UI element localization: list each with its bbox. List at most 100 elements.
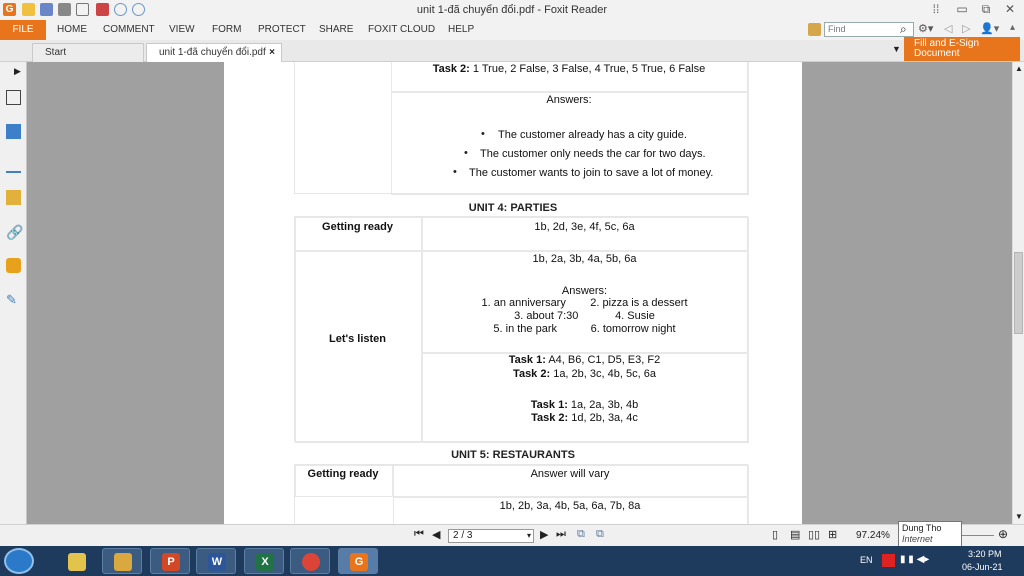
taskbar-app-foxit[interactable]: G <box>338 548 378 574</box>
bullet-dot: • <box>453 166 457 178</box>
antivirus-icon[interactable] <box>882 554 895 567</box>
next-page-button[interactable]: ▶ <box>540 528 548 541</box>
next-view-icon[interactable]: ⧉ <box>596 528 604 541</box>
continuous-page-icon[interactable]: ▤ <box>790 528 800 541</box>
page-number-input[interactable]: 2 / 3 ▾ <box>448 529 534 543</box>
taskbar-app-explorer-folder[interactable] <box>56 548 96 574</box>
task-value: 1a, 2a, 3b, 4b <box>567 399 639 411</box>
fill-sign-button[interactable]: Fill and E-Sign Document <box>904 37 1020 61</box>
menu-form[interactable]: FORM <box>212 20 241 40</box>
task2-line: Task 2: 1 True, 2 False, 3 False, 4 True… <box>390 63 748 75</box>
menu-help[interactable]: HELP <box>448 20 474 40</box>
layers-icon[interactable] <box>6 158 21 173</box>
answers-label: Answers: <box>546 94 592 106</box>
continuous-facing-icon[interactable]: ⊞ <box>828 528 837 541</box>
vertical-scrollbar[interactable]: ▲ ▼ <box>1012 62 1024 524</box>
menu-home[interactable]: HOME <box>57 20 87 40</box>
pages-icon[interactable] <box>6 124 21 139</box>
task-label: Task 2: <box>531 412 569 424</box>
page-indicator: 2 / 3 <box>453 530 473 541</box>
menu-comment[interactable]: COMMENT <box>103 20 155 40</box>
clock-time[interactable]: 3:20 PM <box>968 549 1002 559</box>
table-cell <box>391 92 749 195</box>
user-icon[interactable]: 👤▾ <box>980 22 999 35</box>
tab-start-label: Start <box>45 47 67 58</box>
menu-foxit-cloud[interactable]: FOXIT CLOUD <box>368 20 435 40</box>
taskbar-app-excel[interactable]: X <box>244 548 284 574</box>
menu-protect[interactable]: PROTECT <box>258 20 306 40</box>
taskbar-app-file-explorer[interactable] <box>102 548 142 574</box>
task-label: Task 1: <box>530 399 568 411</box>
listen-line: 1b, 2b, 3a, 4b, 5a, 6a, 7b, 8a <box>499 500 641 512</box>
taskbar-app-powerpoint[interactable]: P <box>150 548 190 574</box>
clock-date[interactable]: 06-Jun-21 <box>962 562 1003 572</box>
bookmark-icon[interactable] <box>6 90 21 105</box>
signature-icon[interactable]: ✎ <box>6 292 21 307</box>
tray-icons[interactable]: ▮ ▮ ◀▸ <box>900 554 929 565</box>
last-page-button[interactable]: ⏭ <box>556 528 566 541</box>
task-label: Task 2: <box>513 368 551 380</box>
single-page-icon[interactable]: ▯ <box>772 528 778 541</box>
getting-ready-label: Getting ready <box>322 221 393 233</box>
table-cell <box>422 353 749 443</box>
lets-listen-label: Let's listen <box>328 333 387 345</box>
prev-page-button[interactable]: ◀ <box>432 528 440 541</box>
list-item: The customer wants to join to save a lot… <box>469 167 714 179</box>
zoom-in-icon[interactable]: ⊕ <box>998 527 1008 541</box>
zoom-level[interactable]: 97.24% <box>856 530 890 541</box>
comments-icon[interactable] <box>6 190 21 205</box>
status-bar: ⏮ ◀ 2 / 3 ▾ ▶ ⏭ ⧉ ⧉ ▯ ▤ ▯▯ ⊞ 97.24% ⊕ <box>0 524 1024 546</box>
pdf-page: Task 2: 1 True, 2 False, 3 False, 4 True… <box>224 62 802 524</box>
task-value: 1a, 2b, 3c, 4b, 5c, 6a <box>550 368 656 380</box>
getting-ready-answer: Answer will vary <box>530 468 610 480</box>
chrome-icon <box>302 553 320 571</box>
taskbar-app-word[interactable]: W <box>196 548 236 574</box>
restore-button[interactable]: ⧉ <box>974 2 998 17</box>
task1-line: Task 1: A4, B6, C1, D5, E3, F2 <box>421 354 748 366</box>
taskbar-app-chrome[interactable] <box>290 548 330 574</box>
find-settings-icon[interactable] <box>808 23 821 36</box>
scroll-up-icon[interactable]: ▲ <box>1015 64 1023 73</box>
collapse-ribbon-icon[interactable]: ▴ <box>1010 22 1015 33</box>
menu-view[interactable]: VIEW <box>169 20 195 40</box>
close-tab-icon[interactable]: × <box>269 44 275 61</box>
task2-line: Task 2: 1d, 2b, 3a, 4c <box>421 412 748 424</box>
minimize-button[interactable]: ▭ <box>950 2 974 16</box>
ribbon-options-icon[interactable]: ⁞⁞ <box>924 2 948 16</box>
task-value: 1d, 2b, 3a, 4c <box>568 412 638 424</box>
menu-share[interactable]: SHARE <box>319 20 353 40</box>
gear-icon[interactable]: ⚙▾ <box>918 22 933 35</box>
unit4-heading: UNIT 4: PARTIES <box>468 202 558 214</box>
scroll-thumb[interactable] <box>1014 252 1023 334</box>
attachment-icon[interactable]: 🔗 <box>6 224 23 240</box>
lock-icon[interactable] <box>6 258 21 273</box>
foxit-icon: G <box>350 553 368 571</box>
expand-panel-icon[interactable]: ▶ <box>14 66 21 77</box>
answers-label: Answers: <box>561 285 608 297</box>
forward-icon[interactable]: ▷ <box>962 22 970 35</box>
start-button[interactable] <box>4 548 34 574</box>
powerpoint-icon: P <box>162 553 180 571</box>
close-button[interactable]: ✕ <box>998 2 1022 16</box>
file-explorer-icon <box>114 553 132 571</box>
answer-row: 5. in the park 6. tomorrow night <box>493 323 676 335</box>
tab-list-dropdown-icon[interactable]: ▼ <box>892 44 901 54</box>
window-title: unit 1-đã chuyển đổi.pdf - Foxit Reader <box>416 4 608 16</box>
scroll-down-icon[interactable]: ▼ <box>1015 512 1023 521</box>
document-viewport[interactable]: Task 2: 1 True, 2 False, 3 False, 4 True… <box>27 62 1012 524</box>
tooltip-title: Dung Tho <box>902 523 942 533</box>
back-icon[interactable]: ◁ <box>944 22 952 35</box>
navigation-panel: ▶ 🔗 ✎ <box>0 62 27 524</box>
document-tabs: Start unit 1-đã chuyển đổi.pdf × ▼ <box>0 40 1024 62</box>
title-bar: G unit 1-đã chuyển đổi.pdf - Foxit Reade… <box>0 0 1024 20</box>
tab-document[interactable]: unit 1-đã chuyển đổi.pdf × <box>146 43 282 62</box>
previous-view-icon[interactable]: ⧉ <box>577 528 585 541</box>
language-indicator[interactable]: EN <box>860 555 873 565</box>
zoom-slider[interactable] <box>960 535 994 536</box>
excel-icon: X <box>256 553 274 571</box>
file-tab[interactable]: FILE <box>0 20 46 40</box>
search-icon[interactable]: ⌕ <box>900 22 907 37</box>
first-page-button[interactable]: ⏮ <box>414 528 424 541</box>
tab-start[interactable]: Start <box>32 43 144 62</box>
facing-page-icon[interactable]: ▯▯ <box>808 528 820 541</box>
